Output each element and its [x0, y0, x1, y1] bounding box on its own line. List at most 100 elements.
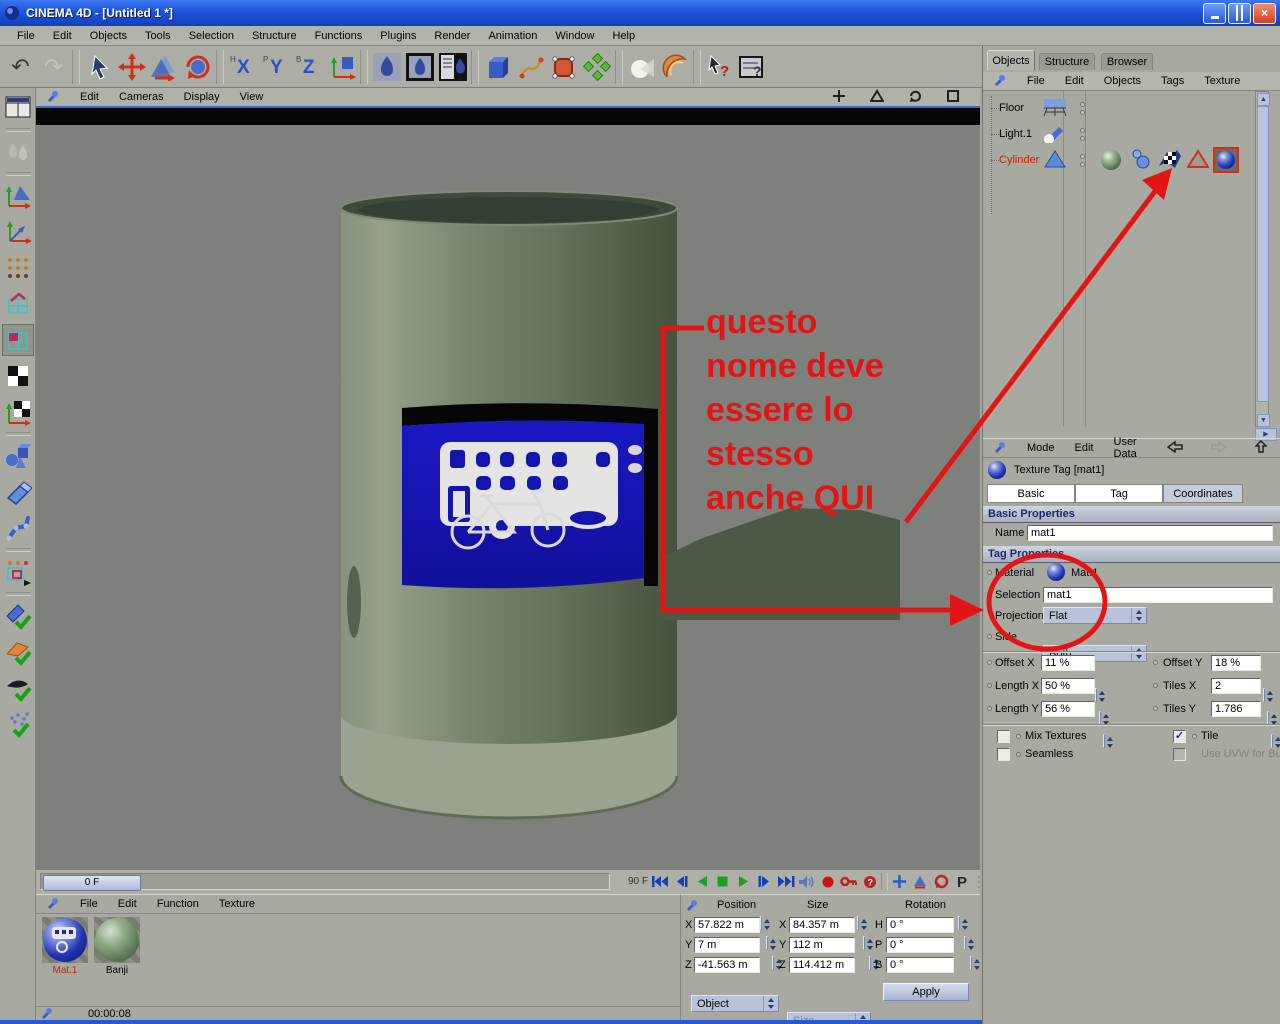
object-row-cylinder[interactable]: Cylinder: [991, 147, 1277, 173]
viewport-menu-view[interactable]: View: [230, 91, 274, 103]
history-back-icon[interactable]: [1157, 440, 1193, 456]
objects-menu-edit[interactable]: Edit: [1055, 75, 1094, 87]
restore-button[interactable]: [1228, 2, 1251, 24]
menu-tools[interactable]: Tools: [136, 28, 180, 44]
objects-menu-tags[interactable]: Tags: [1151, 75, 1194, 87]
viewport-menu-cameras[interactable]: Cameras: [109, 91, 174, 103]
attributes-menu-userdata[interactable]: User Data: [1104, 436, 1147, 460]
scroll-up-arrow[interactable]: ▲: [1257, 93, 1270, 106]
viewport-menu-edit[interactable]: Edit: [70, 91, 109, 103]
tab-tag[interactable]: Tag: [1075, 484, 1163, 503]
menu-animation[interactable]: Animation: [479, 28, 546, 44]
workplane-icon[interactable]: [3, 477, 33, 507]
objects-menu-file[interactable]: File: [1017, 75, 1055, 87]
add-spline-icon[interactable]: [514, 50, 547, 84]
rotation-h-stepper[interactable]: [958, 916, 960, 930]
material-tag-icon[interactable]: [1101, 150, 1121, 170]
minimize-button[interactable]: [1203, 2, 1226, 24]
mix-textures-checkbox[interactable]: [997, 730, 1010, 743]
material-value[interactable]: Mat.1: [1071, 567, 1099, 579]
selection-field[interactable]: mat1: [1043, 587, 1273, 603]
texture-tag-icon[interactable]: [1213, 147, 1239, 173]
add-light-icon[interactable]: [625, 50, 658, 84]
record-icon[interactable]: [818, 873, 837, 890]
tab-structure[interactable]: Structure: [1039, 53, 1095, 70]
goto-end-icon[interactable]: [776, 873, 795, 890]
undo-icon[interactable]: ↶: [4, 50, 37, 84]
materials-menu-function[interactable]: Function: [147, 898, 209, 910]
zoom-view-icon[interactable]: [860, 88, 894, 106]
add-array-icon[interactable]: [580, 50, 613, 84]
offset-x-field[interactable]: 11 %: [1041, 655, 1095, 671]
lock-y-axis-icon[interactable]: YP: [259, 50, 292, 84]
objects-vertical-scrollbar[interactable]: ▲ ▼: [1255, 91, 1270, 427]
layout-icon[interactable]: [3, 93, 33, 123]
material-sphere-icon[interactable]: [1047, 563, 1065, 581]
next-frame-icon[interactable]: [755, 873, 774, 890]
menu-structure[interactable]: Structure: [243, 28, 306, 44]
sound-icon[interactable]: [797, 873, 816, 890]
materials-menu-edit[interactable]: Edit: [108, 898, 147, 910]
tab-basic[interactable]: Basic: [987, 484, 1075, 503]
menu-selection[interactable]: Selection: [180, 28, 243, 44]
position-y-stepper[interactable]: [766, 936, 768, 950]
tiles-y-field[interactable]: 1.786: [1211, 701, 1261, 717]
layer-dots[interactable]: [1071, 127, 1093, 141]
goto-start-icon[interactable]: [650, 873, 669, 890]
compositing-tag-icon[interactable]: [1157, 148, 1183, 173]
lock-z-axis-icon[interactable]: ZB: [292, 50, 325, 84]
prev-frame-icon[interactable]: [671, 873, 690, 890]
coordinate-mode-dropdown[interactable]: Object: [691, 995, 779, 1012]
parent-up-icon[interactable]: [1245, 439, 1277, 456]
enable-tools-toggle-icon[interactable]: [3, 601, 33, 631]
panel-pin-icon[interactable]: [983, 74, 1017, 89]
projection-dropdown[interactable]: Flat: [1043, 607, 1147, 624]
help-pointer-icon[interactable]: ?: [703, 50, 736, 84]
record-rotation-icon[interactable]: [932, 873, 951, 890]
position-y-field[interactable]: 7 m: [694, 937, 760, 953]
length-y-stepper[interactable]: [1103, 734, 1105, 748]
texture-axis-mode-icon[interactable]: [3, 397, 33, 427]
coordinate-system-icon[interactable]: [325, 50, 358, 84]
record-position-icon[interactable]: [890, 873, 909, 890]
rotate-view-icon[interactable]: [898, 89, 932, 106]
scroll-down-arrow[interactable]: ▼: [1257, 414, 1270, 427]
move-tool-icon[interactable]: [115, 50, 148, 84]
size-y-stepper[interactable]: [863, 936, 865, 950]
add-cube-object-icon[interactable]: [481, 50, 514, 84]
scale-tool-icon[interactable]: [148, 50, 181, 84]
object-light1-label[interactable]: Light.1: [999, 128, 1041, 140]
uvw-checkbox[interactable]: [1173, 748, 1186, 761]
selection-filter-icon[interactable]: [3, 557, 33, 587]
add-hypernurbs-icon[interactable]: [547, 50, 580, 84]
object-tool-icon[interactable]: [3, 441, 33, 471]
menu-edit[interactable]: Edit: [44, 28, 81, 44]
layer-dots[interactable]: [1071, 153, 1093, 167]
size-x-field[interactable]: 84.357 m: [789, 917, 855, 933]
stop-icon[interactable]: [713, 873, 732, 890]
autokey-icon[interactable]: [839, 873, 858, 890]
apply-button[interactable]: Apply: [883, 983, 969, 1001]
objects-menu-texture[interactable]: Texture: [1194, 75, 1250, 87]
scroll-thumb[interactable]: [1257, 106, 1269, 402]
close-button[interactable]: ×: [1253, 2, 1276, 24]
scene-info-icon[interactable]: ?: [736, 50, 769, 84]
object-cylinder-label[interactable]: Cylinder: [999, 154, 1041, 166]
phong-tag-icon[interactable]: [1129, 148, 1153, 173]
panel-pin-icon[interactable]: [36, 90, 70, 105]
position-x-field[interactable]: 57.822 m: [694, 917, 760, 933]
texture-mode-icon[interactable]: [3, 361, 33, 391]
offset-x-stepper[interactable]: [1095, 688, 1097, 702]
record-scale-icon[interactable]: [911, 873, 930, 890]
rotation-h-field[interactable]: 0 °: [886, 917, 954, 933]
lock-x-axis-icon[interactable]: XH: [226, 50, 259, 84]
length-x-field[interactable]: 50 %: [1041, 678, 1095, 694]
menu-file[interactable]: File: [8, 28, 44, 44]
tiles-x-field[interactable]: 2: [1211, 678, 1261, 694]
seamless-checkbox[interactable]: [997, 748, 1010, 761]
ik-bones-icon[interactable]: [3, 513, 33, 543]
size-z-stepper[interactable]: [869, 956, 871, 970]
rotation-p-stepper[interactable]: [964, 936, 966, 950]
name-field[interactable]: mat1: [1027, 525, 1273, 541]
edge-mode-icon[interactable]: [3, 289, 33, 319]
